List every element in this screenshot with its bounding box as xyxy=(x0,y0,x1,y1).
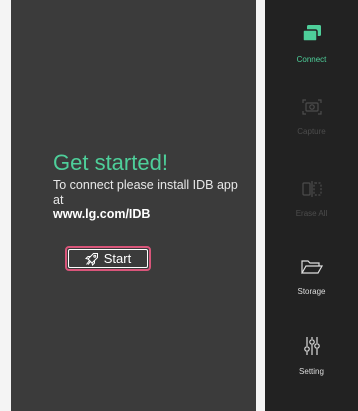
sidebar-item-label: Connect xyxy=(296,55,327,64)
sidebar-item-label: Erase All xyxy=(295,209,328,218)
folder-icon xyxy=(300,258,324,281)
sidebar-item-label: Capture xyxy=(297,127,326,136)
capture-icon xyxy=(301,98,323,121)
sidebar-item-setting[interactable]: Setting xyxy=(265,336,358,376)
rocket-icon xyxy=(84,252,99,266)
connect-instructions: To connect please install IDB app at www… xyxy=(53,178,243,222)
sidebar-item-label: Storage xyxy=(297,287,326,296)
panel-divider xyxy=(256,0,265,411)
start-button-label: Start xyxy=(103,251,132,266)
start-button[interactable]: Start xyxy=(65,246,151,271)
connect-icon xyxy=(301,24,323,49)
erase-icon xyxy=(301,180,323,203)
instructions-text: To connect please install IDB app at xyxy=(53,178,238,207)
sidebar-item-storage[interactable]: Storage xyxy=(265,258,358,296)
settings-sliders-icon xyxy=(302,336,322,361)
start-button-inner[interactable]: Start xyxy=(68,249,148,268)
sidebar-item-capture[interactable]: Capture xyxy=(265,98,358,136)
download-url: www.lg.com/IDB xyxy=(53,207,151,221)
page-title: Get started! xyxy=(53,150,168,175)
sidebar-item-connect[interactable]: Connect xyxy=(265,24,358,64)
sidebar-item-label: Setting xyxy=(299,367,324,376)
sidebar-item-erase-all[interactable]: Erase All xyxy=(265,180,358,218)
